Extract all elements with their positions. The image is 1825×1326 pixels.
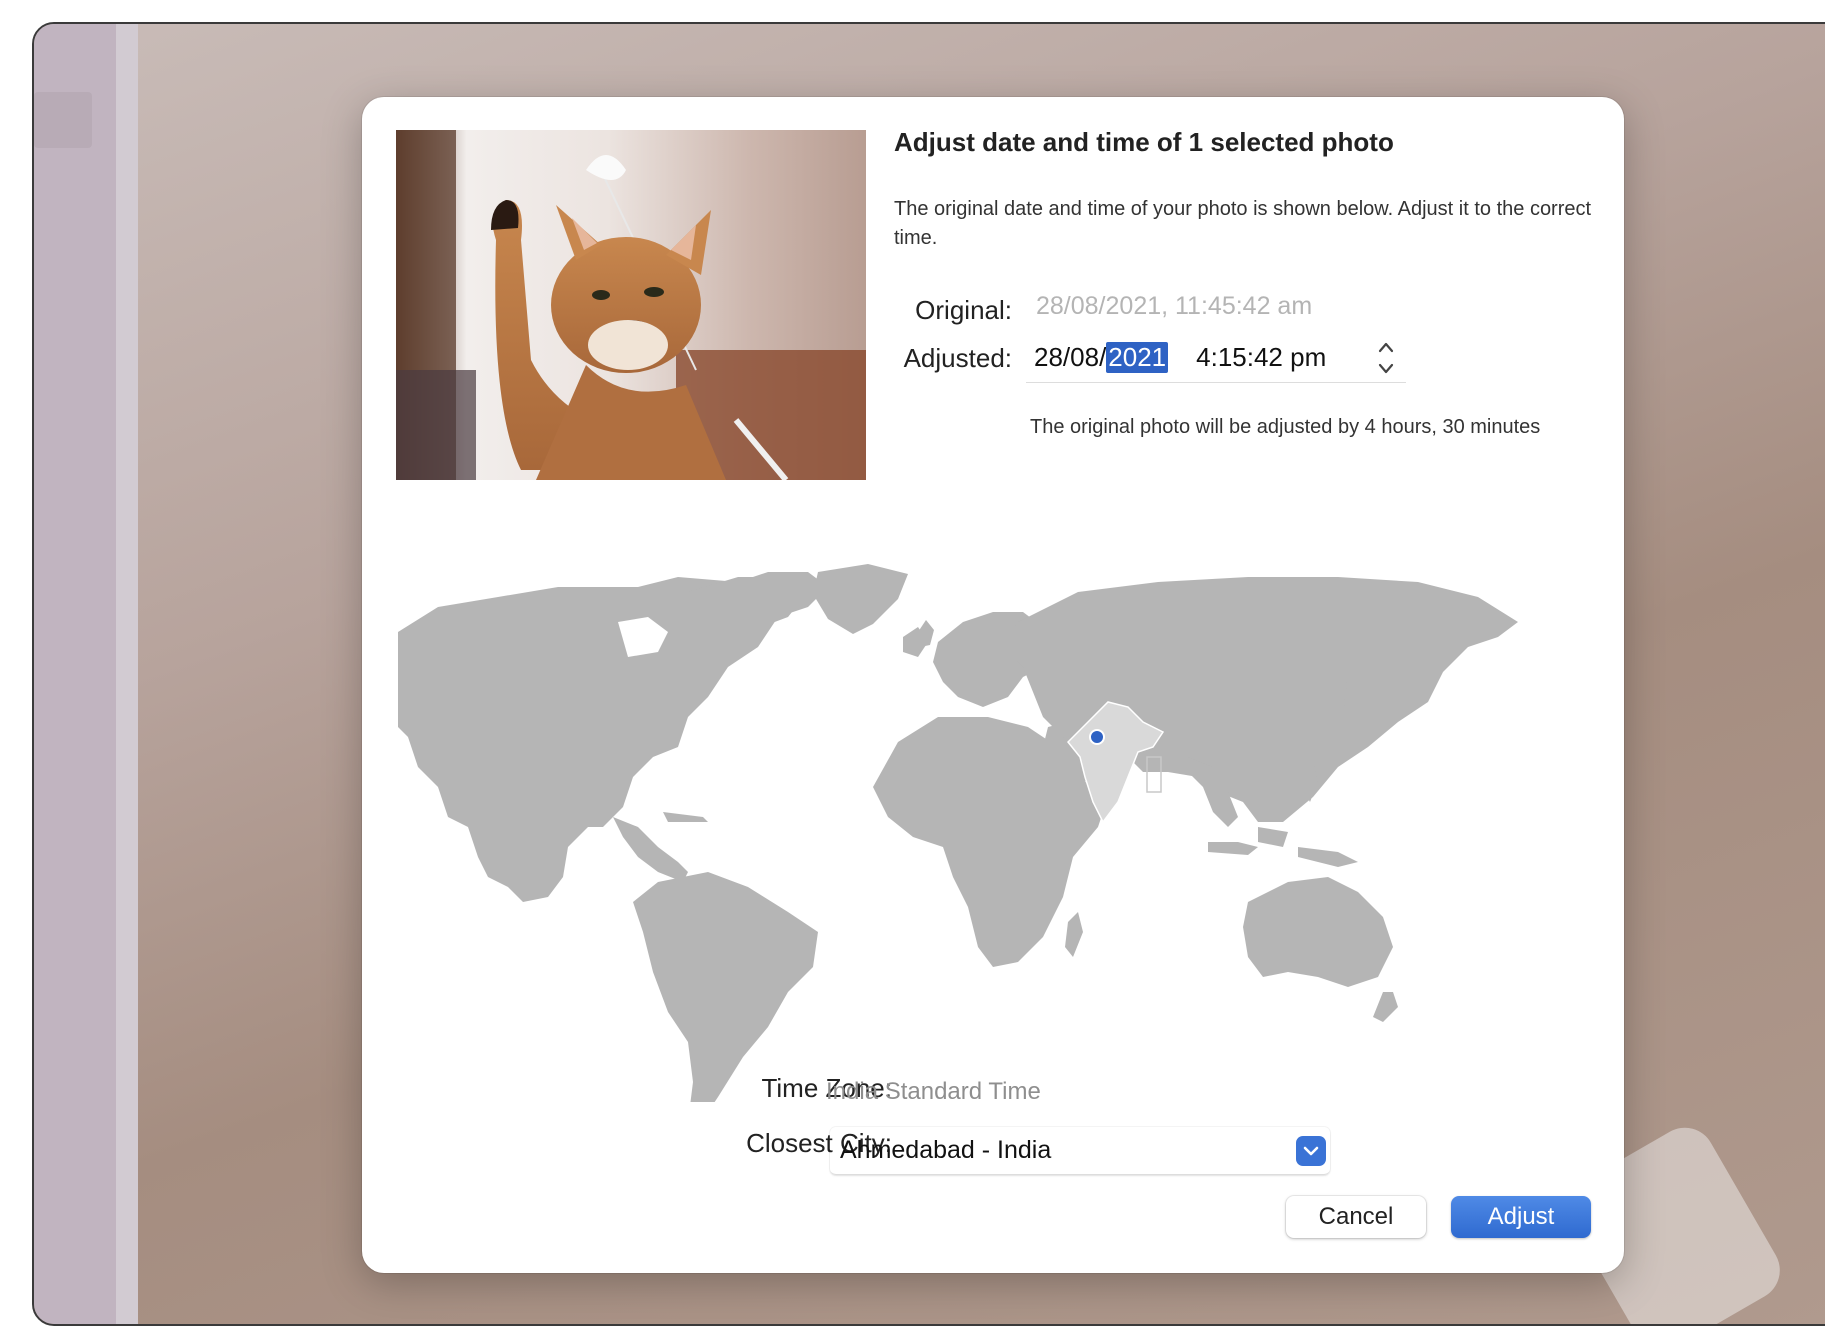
adjust-date-time-dialog: Adjust date and time of 1 selected photo… — [308, 97, 1624, 1273]
sidebar — [34, 24, 116, 1324]
selected-photo-thumbnail — [396, 130, 866, 480]
adjust-button[interactable]: Adjust — [1451, 1196, 1591, 1238]
original-label: Original: — [915, 295, 1012, 325]
world-time-zone-map[interactable] — [308, 562, 1598, 1127]
stepper-icon[interactable] — [1374, 337, 1398, 379]
adjusted-year-segment[interactable]: 2021 — [1106, 342, 1169, 373]
dialog-description: The original date and time of your photo… — [894, 198, 1592, 249]
photos-app-window: Adjust date and time of 1 selected photo… — [32, 22, 1825, 1326]
sidebar-divider — [116, 24, 138, 1324]
original-date-value: 28/08/2021, 11:45:42 am — [1036, 292, 1313, 320]
location-pin-icon[interactable] — [1089, 729, 1105, 745]
world-map-graphic[interactable] — [308, 562, 1598, 1127]
time-zone-value: India Standard Time — [826, 1078, 1041, 1105]
cat-photo-image — [396, 130, 866, 480]
cancel-button[interactable]: Cancel — [1286, 1196, 1426, 1238]
adjusted-time-segment[interactable]: 4:15:42 pm — [1196, 342, 1326, 373]
closest-city-select[interactable]: Ahmedabad - India — [830, 1127, 1330, 1175]
sidebar-item-selected[interactable] — [34, 92, 92, 148]
chevron-down-icon[interactable] — [1296, 1136, 1326, 1166]
adjusted-label: Adjusted: — [903, 343, 1012, 373]
adjust-offset-note: The original photo will be adjusted by 4… — [1030, 416, 1541, 438]
dialog-title: Adjust date and time of 1 selected photo — [894, 127, 1394, 157]
adjusted-date-day-month[interactable]: 28/08/ — [1034, 342, 1106, 373]
adjusted-date-field[interactable]: 28/08/2021 4:15:42 pm — [1026, 333, 1406, 383]
closest-city-value[interactable]: Ahmedabad - India — [840, 1136, 1051, 1165]
